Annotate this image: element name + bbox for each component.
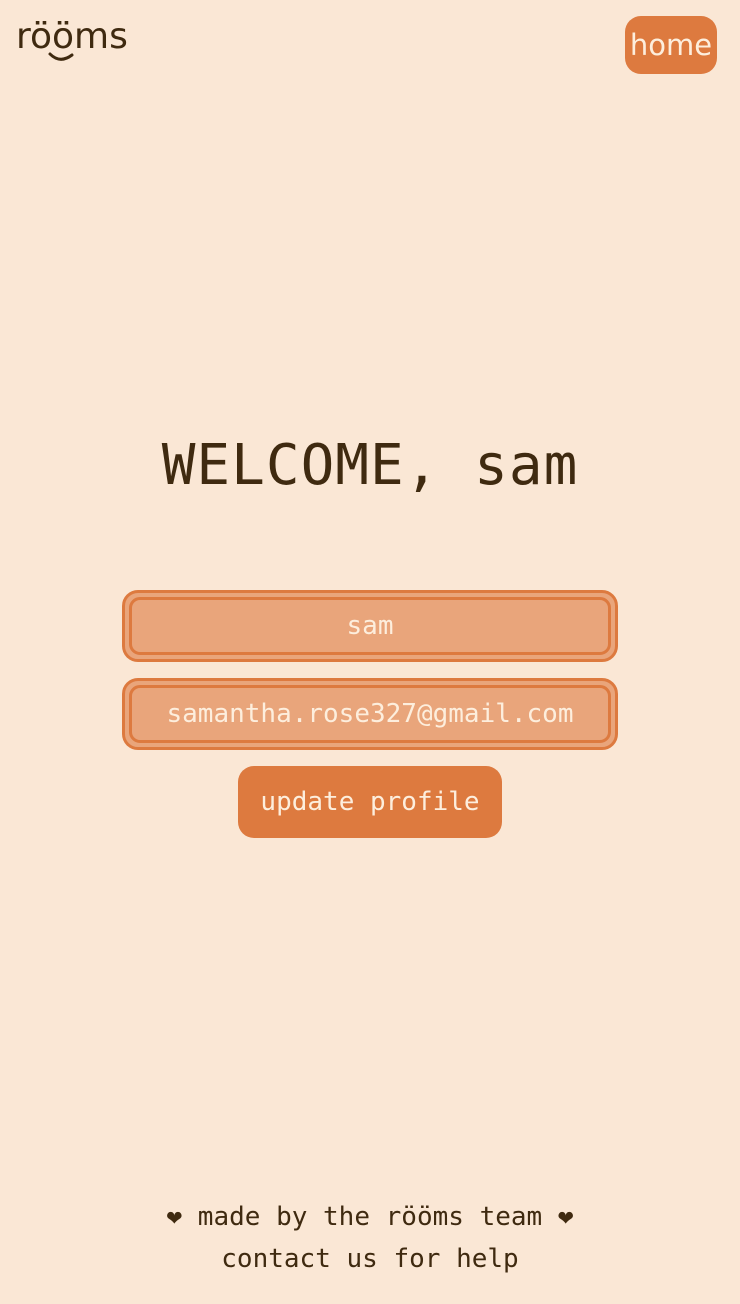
name-input[interactable] — [132, 611, 608, 641]
email-input[interactable] — [132, 699, 608, 729]
update-profile-button[interactable]: update profile — [238, 766, 502, 838]
email-field-inner — [129, 685, 611, 743]
name-field-inner — [129, 597, 611, 655]
name-field[interactable] — [122, 590, 618, 662]
rooms-logo: rööms — [16, 16, 128, 61]
footer: ❤ made by the rööms team ❤ contact us fo… — [0, 1196, 740, 1280]
logo-wordmark: rööms — [16, 16, 128, 57]
welcome-heading: WELCOME, sam — [161, 433, 579, 498]
email-field[interactable] — [122, 678, 618, 750]
contact-link[interactable]: contact us for help — [0, 1238, 740, 1280]
home-button[interactable]: home — [625, 16, 717, 74]
made-by-text: ❤ made by the rööms team ❤ — [166, 1202, 574, 1232]
